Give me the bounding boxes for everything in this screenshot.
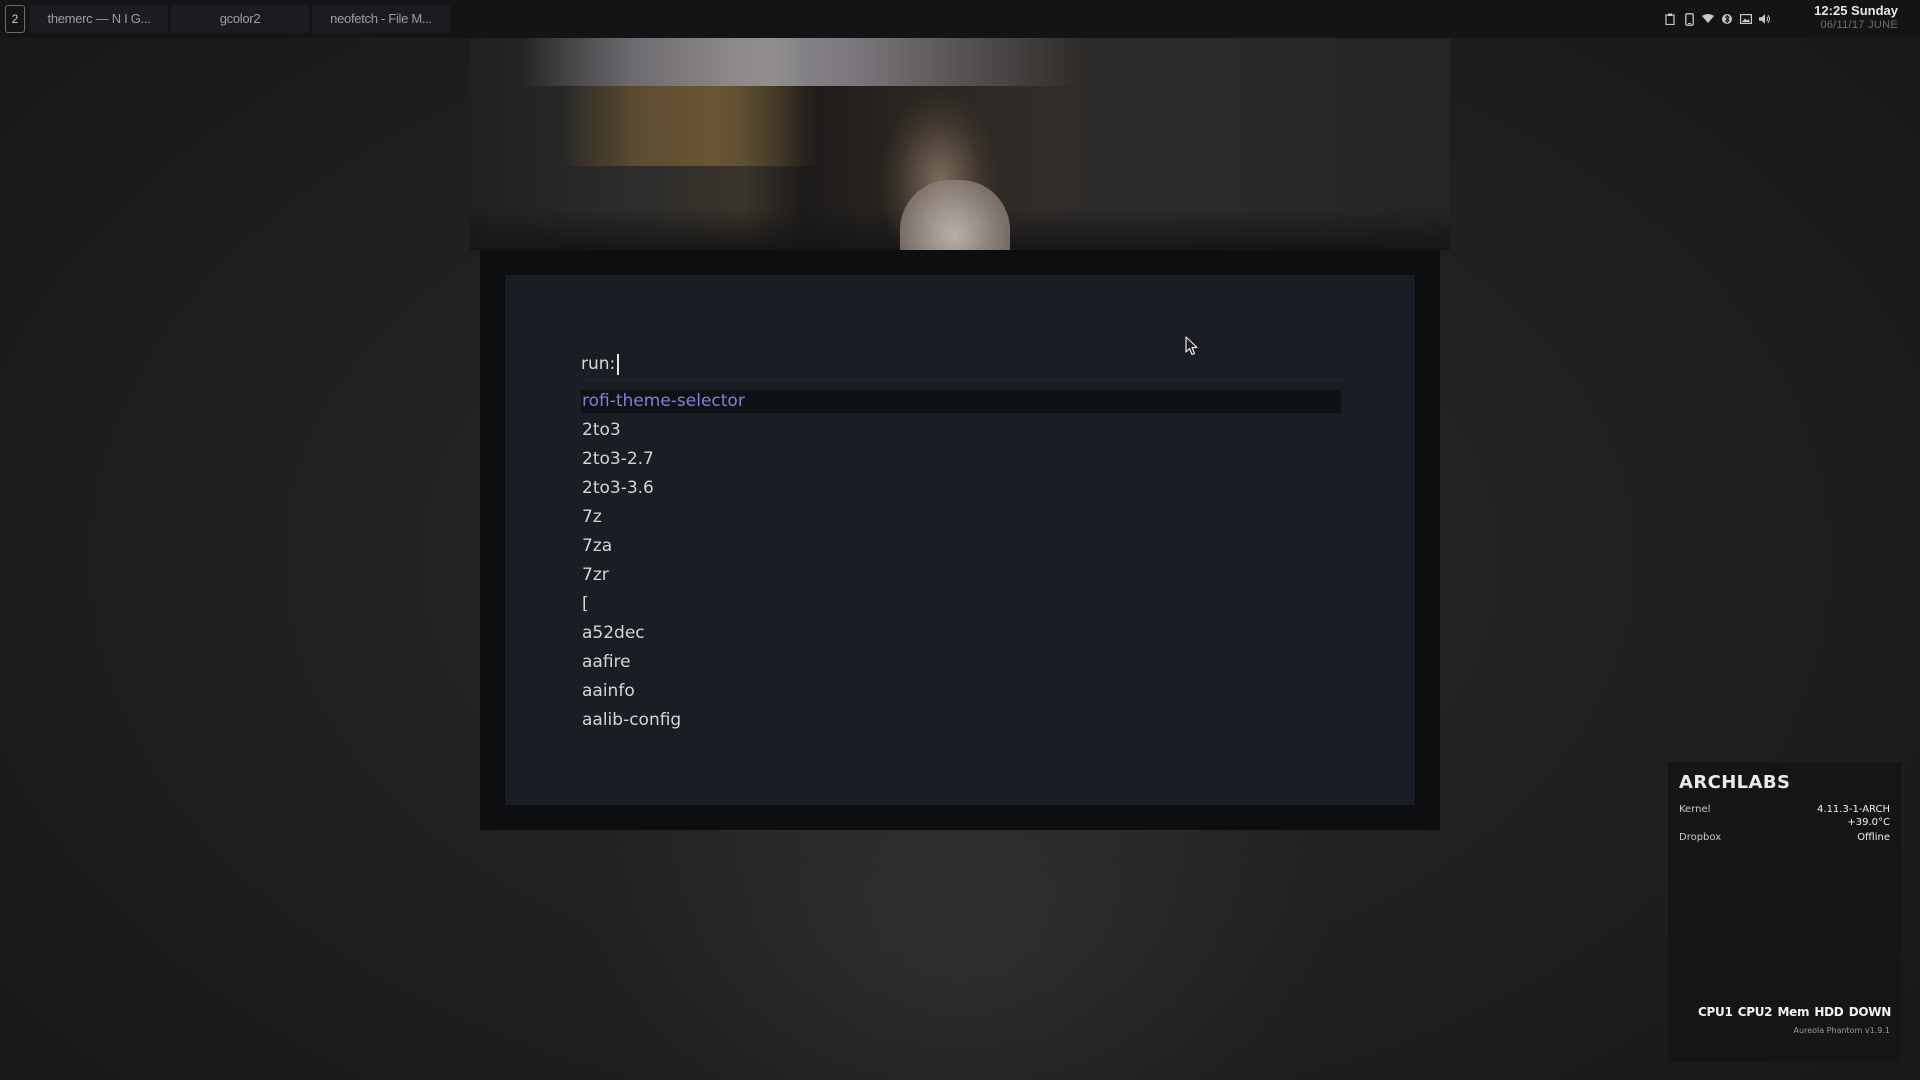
rofi-prompt-label: run: (581, 354, 616, 374)
conky-dropbox-value: Offline (1857, 832, 1890, 843)
conky-footer: Aureola Phantom v1.9.1 (1793, 1026, 1890, 1035)
clock[interactable]: 12:25 Sunday 06/11/17 JUNE (1798, 3, 1898, 32)
clock-date: 06/11/17 JUNE (1820, 19, 1898, 31)
bluetooth-icon[interactable] (1721, 13, 1733, 26)
rofi-result[interactable]: [ (581, 590, 1341, 619)
wifi-icon[interactable] (1702, 13, 1714, 26)
taskbar-item-gcolor2[interactable]: gcolor2 (171, 5, 309, 33)
conky-kernel-label: Kernel (1679, 804, 1711, 815)
conky-meter-down: DOWN (1848, 1005, 1892, 1019)
conky-kernel-value: 4.11.3-1-ARCH (1817, 804, 1890, 815)
conky-temperature-value: +39.0°C (1847, 817, 1890, 828)
rofi-result[interactable]: 2to3-3.6 (581, 474, 1341, 503)
phone-icon[interactable] (1683, 12, 1695, 26)
conky-dropbox-label: Dropbox (1679, 832, 1722, 843)
desktop: 2 themerc — N I G... gcolor2 neofetch - … (0, 0, 1920, 1080)
rofi-launcher-panel: run: rofi-theme-selector 2to3 2to3-2.7 2… (505, 275, 1415, 805)
clock-time: 12:25 Sunday (1814, 3, 1898, 18)
rofi-results-list: rofi-theme-selector 2to3 2to3-2.7 2to3-3… (581, 387, 1341, 735)
rofi-result[interactable]: aalib-config (581, 706, 1341, 735)
rofi-input-row[interactable]: run: (581, 349, 1341, 379)
rofi-result[interactable]: 7z (581, 503, 1341, 532)
conky-meter-mem: Mem (1777, 1005, 1810, 1019)
image-icon[interactable] (1740, 13, 1752, 26)
conky-meters: CPU1 CPU2 Mem HDD DOWN (1698, 1005, 1891, 1019)
rofi-launcher-window: run: rofi-theme-selector 2to3 2to3-2.7 2… (480, 250, 1440, 830)
volume-icon[interactable] (1759, 13, 1771, 26)
text-caret (617, 353, 620, 375)
conky-meter-cpu2: CPU2 (1737, 1005, 1773, 1019)
rofi-result[interactable]: aainfo (581, 677, 1341, 706)
rofi-result[interactable]: 2to3 (581, 416, 1341, 445)
workspace-indicator[interactable]: 2 (5, 5, 25, 33)
rofi-result-selected[interactable]: rofi-theme-selector (581, 390, 1341, 413)
rofi-result[interactable]: 7zr (581, 561, 1341, 590)
mouse-pointer-icon (1185, 336, 1198, 356)
conky-meter-hdd: HDD (1814, 1005, 1844, 1019)
clipboard-icon[interactable] (1664, 13, 1676, 26)
conky-system-monitor: ARCHLABS Kernel 4.11.3-1-ARCH +39.0°C Dr… (1668, 762, 1901, 1062)
conky-meter-cpu1: CPU1 (1698, 1005, 1733, 1019)
rofi-input-separator (581, 380, 1341, 381)
conky-temperature-row: +39.0°C (1679, 816, 1890, 829)
top-panel: 2 themerc — N I G... gcolor2 neofetch - … (0, 0, 1920, 38)
rofi-result[interactable]: a52dec (581, 619, 1341, 648)
taskbar-item-neofetch[interactable]: neofetch - File M... (312, 5, 450, 33)
system-tray (1664, 10, 1771, 28)
conky-dropbox-row: Dropbox Offline (1679, 831, 1890, 844)
conky-title: ARCHLABS (1679, 772, 1791, 793)
rofi-result[interactable]: 7za (581, 532, 1341, 561)
taskbar-item-themerc[interactable]: themerc — N I G... (30, 5, 168, 33)
wallpaper-wall-panel (560, 86, 820, 166)
conky-kernel-row: Kernel 4.11.3-1-ARCH (1679, 803, 1890, 816)
rofi-result[interactable]: 2to3-2.7 (581, 445, 1341, 474)
rofi-result[interactable]: aafire (581, 648, 1341, 677)
